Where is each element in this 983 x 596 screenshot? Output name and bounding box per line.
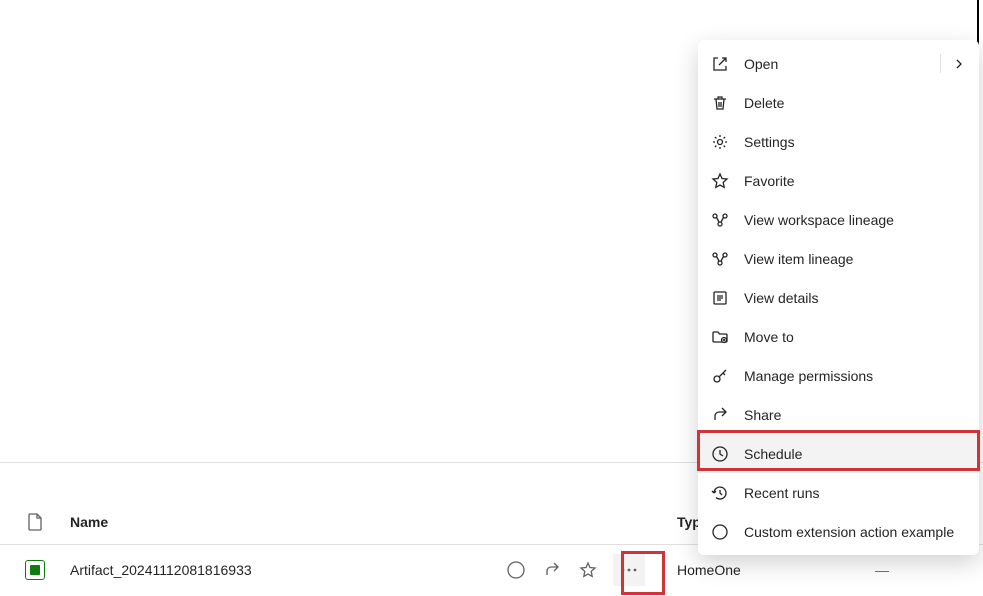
menu-item-item-lineage[interactable]: View item lineage bbox=[698, 239, 979, 278]
clock-icon bbox=[710, 444, 730, 464]
menu-label: Move to bbox=[744, 329, 967, 345]
menu-label: View item lineage bbox=[744, 251, 967, 267]
menu-item-custom-extension[interactable]: Custom extension action example bbox=[698, 512, 979, 551]
more-options-button[interactable] bbox=[613, 554, 645, 586]
menu-item-permissions[interactable]: Manage permissions bbox=[698, 356, 979, 395]
menu-label: Schedule bbox=[744, 446, 967, 462]
lineage-icon bbox=[710, 210, 730, 230]
menu-label: View details bbox=[744, 290, 967, 306]
open-icon bbox=[710, 54, 730, 74]
menu-label: Settings bbox=[744, 134, 967, 150]
menu-label: Recent runs bbox=[744, 485, 967, 501]
details-icon bbox=[710, 288, 730, 308]
menu-label: Share bbox=[744, 407, 967, 423]
row-actions bbox=[505, 554, 645, 586]
row-icon-col bbox=[0, 560, 70, 580]
menu-divider bbox=[940, 54, 941, 73]
menu-item-schedule[interactable]: Schedule bbox=[698, 434, 979, 473]
history-icon bbox=[710, 483, 730, 503]
key-icon bbox=[710, 366, 730, 386]
circle-icon bbox=[710, 522, 730, 542]
menu-item-settings[interactable]: Settings bbox=[698, 122, 979, 161]
menu-item-move-to[interactable]: Move to bbox=[698, 317, 979, 356]
radio-select-button[interactable] bbox=[505, 559, 527, 581]
menu-item-recent-runs[interactable]: Recent runs bbox=[698, 473, 979, 512]
menu-label: Custom extension action example bbox=[744, 524, 967, 540]
delete-icon bbox=[710, 93, 730, 113]
row-extra: — bbox=[875, 562, 889, 578]
menu-item-share[interactable]: Share bbox=[698, 395, 979, 434]
menu-label: Delete bbox=[744, 95, 967, 111]
menu-item-view-details[interactable]: View details bbox=[698, 278, 979, 317]
menu-item-open[interactable]: Open bbox=[698, 44, 979, 83]
context-menu: Open Delete Settings bbox=[698, 40, 979, 555]
menu-item-delete[interactable]: Delete bbox=[698, 83, 979, 122]
header-icon-col bbox=[0, 513, 70, 531]
share-icon bbox=[710, 405, 730, 425]
content-area: Name Type Artifact_20241112081816933 bbox=[0, 0, 983, 596]
moveto-icon bbox=[710, 327, 730, 347]
menu-label: Favorite bbox=[744, 173, 967, 189]
menu-label: Manage permissions bbox=[744, 368, 967, 384]
document-icon bbox=[27, 513, 43, 531]
menu-label: Open bbox=[744, 56, 951, 72]
row-type: HomeOne bbox=[677, 562, 741, 578]
menu-item-favorite[interactable]: Favorite bbox=[698, 161, 979, 200]
menu-item-workspace-lineage[interactable]: View workspace lineage bbox=[698, 200, 979, 239]
settings-icon bbox=[710, 132, 730, 152]
star-icon bbox=[710, 171, 730, 191]
lineage-icon bbox=[710, 249, 730, 269]
chevron-right-icon bbox=[951, 56, 967, 72]
artifact-icon bbox=[25, 560, 45, 580]
favorite-action-button[interactable] bbox=[577, 559, 599, 581]
menu-label: View workspace lineage bbox=[744, 212, 967, 228]
share-action-button[interactable] bbox=[541, 559, 563, 581]
